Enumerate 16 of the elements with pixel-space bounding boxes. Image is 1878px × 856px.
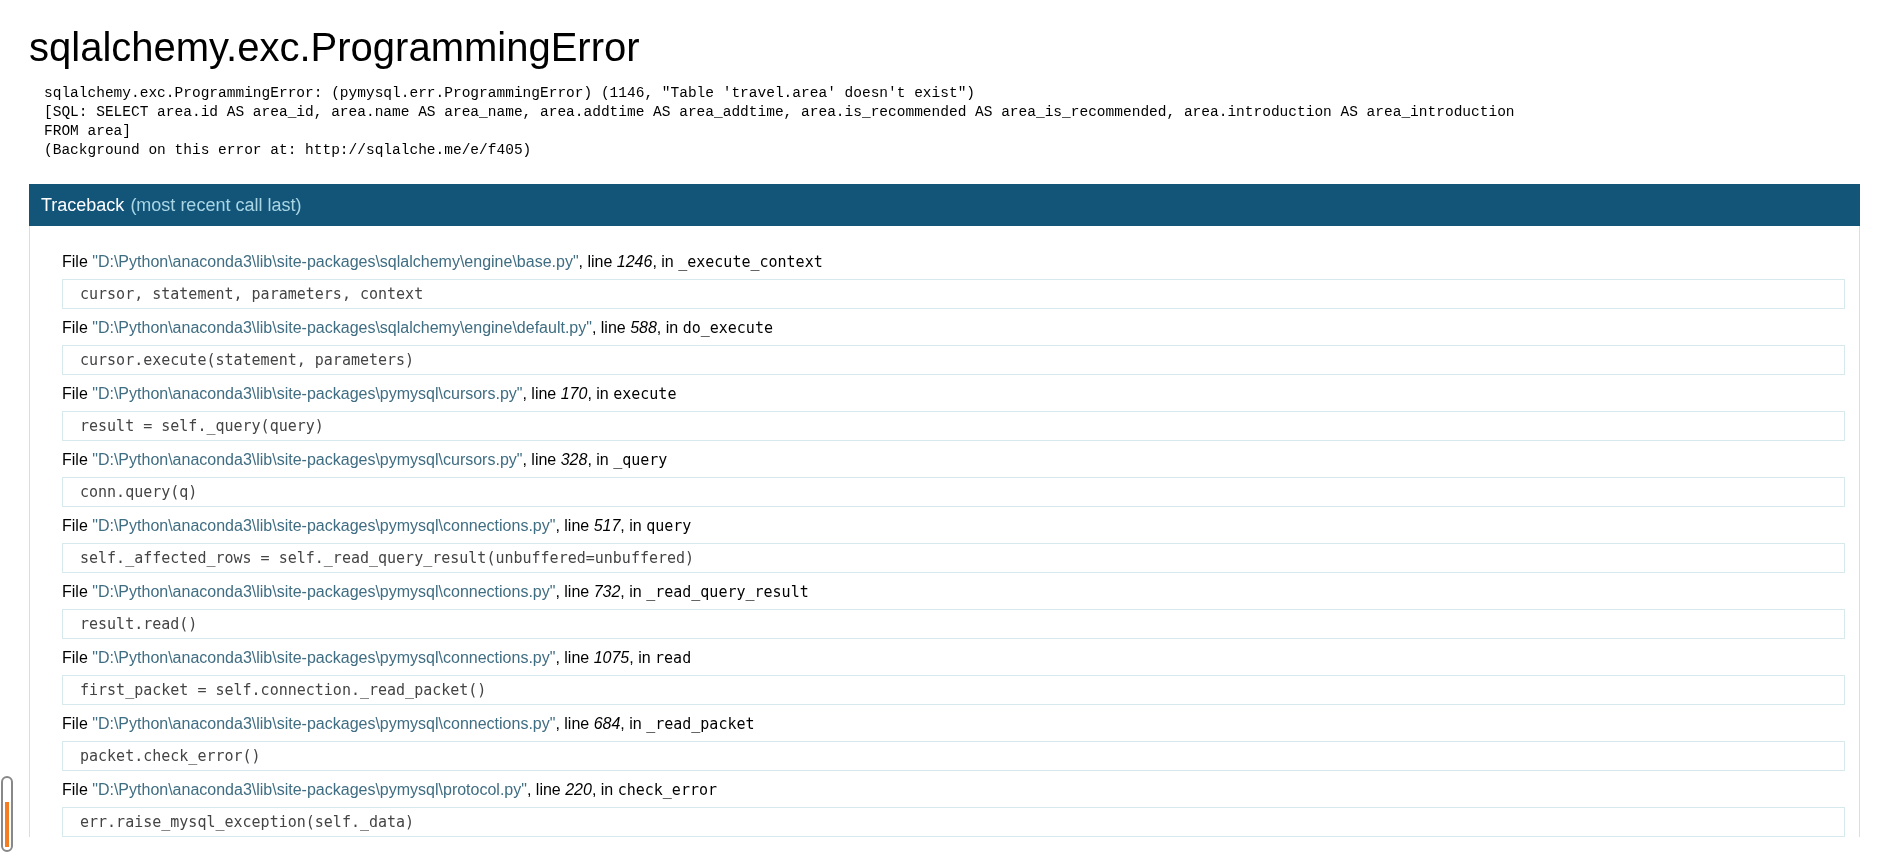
frame-location: File "D:\Python\anaconda3\lib\site-packages\pymysql\cursors.py", line 170, in execute xyxy=(62,384,678,405)
frame-location: File "D:\Python\anaconda3\lib\site-packages\pymysql\cursors.py", line 328, in _query xyxy=(62,450,669,471)
frame-location: File "D:\Python\anaconda3\lib\site-packages\sqlalchemy\engine\default.py", line 588, in do_execute xyxy=(62,318,774,339)
error-message-line: [SQL: SELECT area.id AS area_id, area.name AS area_name, area.addtime AS area_addtime, area.is_recommended AS area_is_recommended, area.introduction AS area_introduction xyxy=(44,103,1516,122)
error-message-line: (Background on this error at: http://sqlalche.me/e/f405) xyxy=(44,141,533,160)
traceback-title: Traceback xyxy=(41,194,125,216)
frame-location: File "D:\Python\anaconda3\lib\site-packages\sqlalchemy\engine\base.py", line 1246, in _execute_context xyxy=(62,252,824,273)
frame-location: File "D:\Python\anaconda3\lib\site-packages\pymysql\connections.py", line 517, in query xyxy=(62,516,693,537)
error-message-line: sqlalchemy.exc.ProgrammingError: (pymysql.err.ProgrammingError) (1146, "Table 'travel.area' doesn't exist") xyxy=(44,84,977,103)
frame-location: File "D:\Python\anaconda3\lib\site-packages\pymysql\connections.py", line 684, in _read_packet xyxy=(62,714,756,735)
page-title: sqlalchemy.exc.ProgrammingError xyxy=(29,24,641,71)
frame-location: File "D:\Python\anaconda3\lib\site-packages\pymysql\connections.py", line 732, in _read_query_result xyxy=(62,582,810,603)
frame-location: File "D:\Python\anaconda3\lib\site-packages\pymysql\connections.py", line 1075, in read xyxy=(62,648,693,669)
traceback-subtitle: (most recent call last) xyxy=(130,194,302,216)
error-message-line: FROM area] xyxy=(44,122,132,141)
frame-location: File "D:\Python\anaconda3\lib\site-packages\pymysql\protocol.py", line 220, in check_error xyxy=(62,780,719,801)
